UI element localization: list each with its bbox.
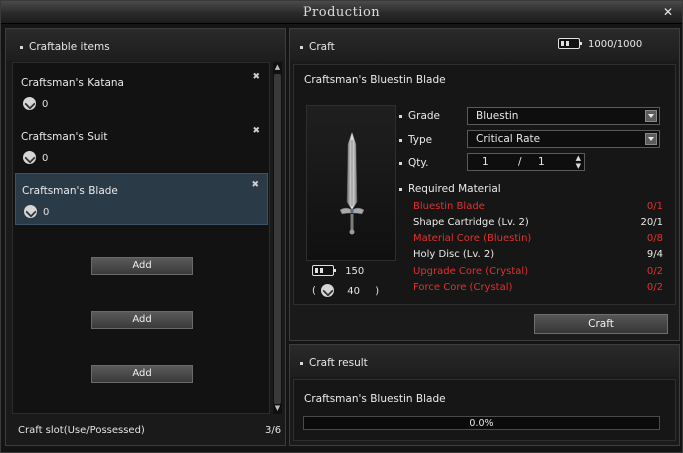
remove-icon[interactable]: ✖ [252,72,260,82]
item-name: Craftsman's Suit [21,131,108,143]
scroll-thumb[interactable] [274,74,281,404]
progress-text: 0.0% [469,418,494,429]
add-button[interactable]: Add [91,257,193,275]
window-title: Production [302,5,381,20]
close-icon[interactable]: ✕ [663,5,673,19]
tool-paren-open: ( [312,285,316,297]
hammer-icon [23,151,36,164]
qty-slash: / [518,156,522,168]
type-select[interactable]: Critical Rate [467,130,660,148]
item-name: Craftsman's Katana [21,77,124,89]
remove-icon[interactable]: ✖ [252,126,260,136]
bullet-icon [399,114,402,118]
battery-icon [312,265,336,276]
scroll-up-icon[interactable]: ▲ [274,63,281,71]
remove-icon[interactable]: ✖ [251,180,259,190]
list-item[interactable]: Craftsman's Suit ✖ 0 [15,120,268,172]
craft-item-title: Craftsman's Bluestin Blade [304,74,446,86]
craft-header: Craft 1000/1000 [290,29,679,61]
qty-label: Qty. [408,157,429,169]
preview-tool-count: 40 [347,285,361,297]
hammer-icon [24,205,37,218]
craft-title: Craft [309,41,335,53]
sword-icon [339,131,365,235]
scrollbar[interactable]: ▲ ▼ [273,62,282,414]
energy-value: 1000/1000 [588,38,643,50]
chevron-down-icon[interactable] [645,110,657,122]
material-row: Force Core (Crystal) 0/2 [413,282,663,293]
item-count: 0 [43,206,50,218]
required-material-label: Required Material [408,183,501,195]
type-value: Critical Rate [476,133,541,145]
spinner-icon[interactable]: ▲ ▼ [576,154,581,170]
type-label: Type [408,134,433,146]
material-row: Material Core (Bluestin) 0/8 [413,233,663,244]
craft-result-header: Craft result [290,345,679,377]
material-row: Bluestin Blade 0/1 [413,201,663,212]
bullet-icon [399,138,402,142]
chevron-down-icon[interactable] [645,133,657,145]
material-row: Shape Cartridge (Lv. 2) 20/1 [413,217,663,228]
bullet-icon [399,161,402,165]
grade-label: Grade [408,110,441,122]
list-item-selected[interactable]: Craftsman's Blade ✖ 0 [15,173,268,225]
craftable-items-header: Craftable items [6,29,285,61]
craft-progress-bar: 0.0% [303,416,660,430]
craft-result-panel: Craft result Craftsman's Bluestin Blade [289,344,680,446]
energy-display: 1000/1000 [558,38,642,50]
craft-slot-value: 3/6 [265,425,282,436]
qty-value[interactable]: 1 [482,156,489,168]
quantity-stepper[interactable]: 1 / 1 ▲ ▼ [467,153,585,171]
scroll-down-icon[interactable]: ▼ [274,404,281,412]
item-preview [306,105,396,261]
bullet-icon [300,45,303,49]
grade-value: Bluestin [476,110,519,122]
bullet-icon [20,45,23,49]
craft-result-box: Craftsman's Bluestin Blade [293,379,676,441]
hammer-icon [23,97,36,110]
bullet-icon [300,361,303,365]
add-button[interactable]: Add [91,311,193,329]
title-bar[interactable]: Production ✕ [1,1,682,24]
battery-icon [558,38,582,49]
item-count: 0 [42,98,49,110]
craftable-items-list: Craftsman's Katana ✖ 0 Craftsman's Suit … [12,62,270,414]
grade-select[interactable]: Bluestin [467,107,660,125]
craft-button[interactable]: Craft [534,314,668,334]
craftable-items-title: Craftable items [29,41,110,53]
item-name: Craftsman's Blade [22,185,118,197]
qty-max: 1 [538,156,545,168]
material-row: Upgrade Core (Crystal) 0/2 [413,266,663,277]
hammer-icon [321,284,335,297]
list-item[interactable]: Craftsman's Katana ✖ 0 [15,66,268,118]
tool-paren-close: ) [375,285,380,297]
item-count: 0 [42,152,49,164]
result-item-title: Craftsman's Bluestin Blade [304,393,446,405]
preview-energy: 150 [345,265,365,277]
production-window: Production ✕ Craftable items Craftsman's… [0,0,683,453]
add-button[interactable]: Add [91,365,193,383]
bullet-icon [399,187,402,191]
material-row: Holy Disc (Lv. 2) 9/4 [413,249,663,260]
craft-result-title: Craft result [309,357,368,369]
craft-slot-label: Craft slot(Use/Possessed) [18,425,145,436]
